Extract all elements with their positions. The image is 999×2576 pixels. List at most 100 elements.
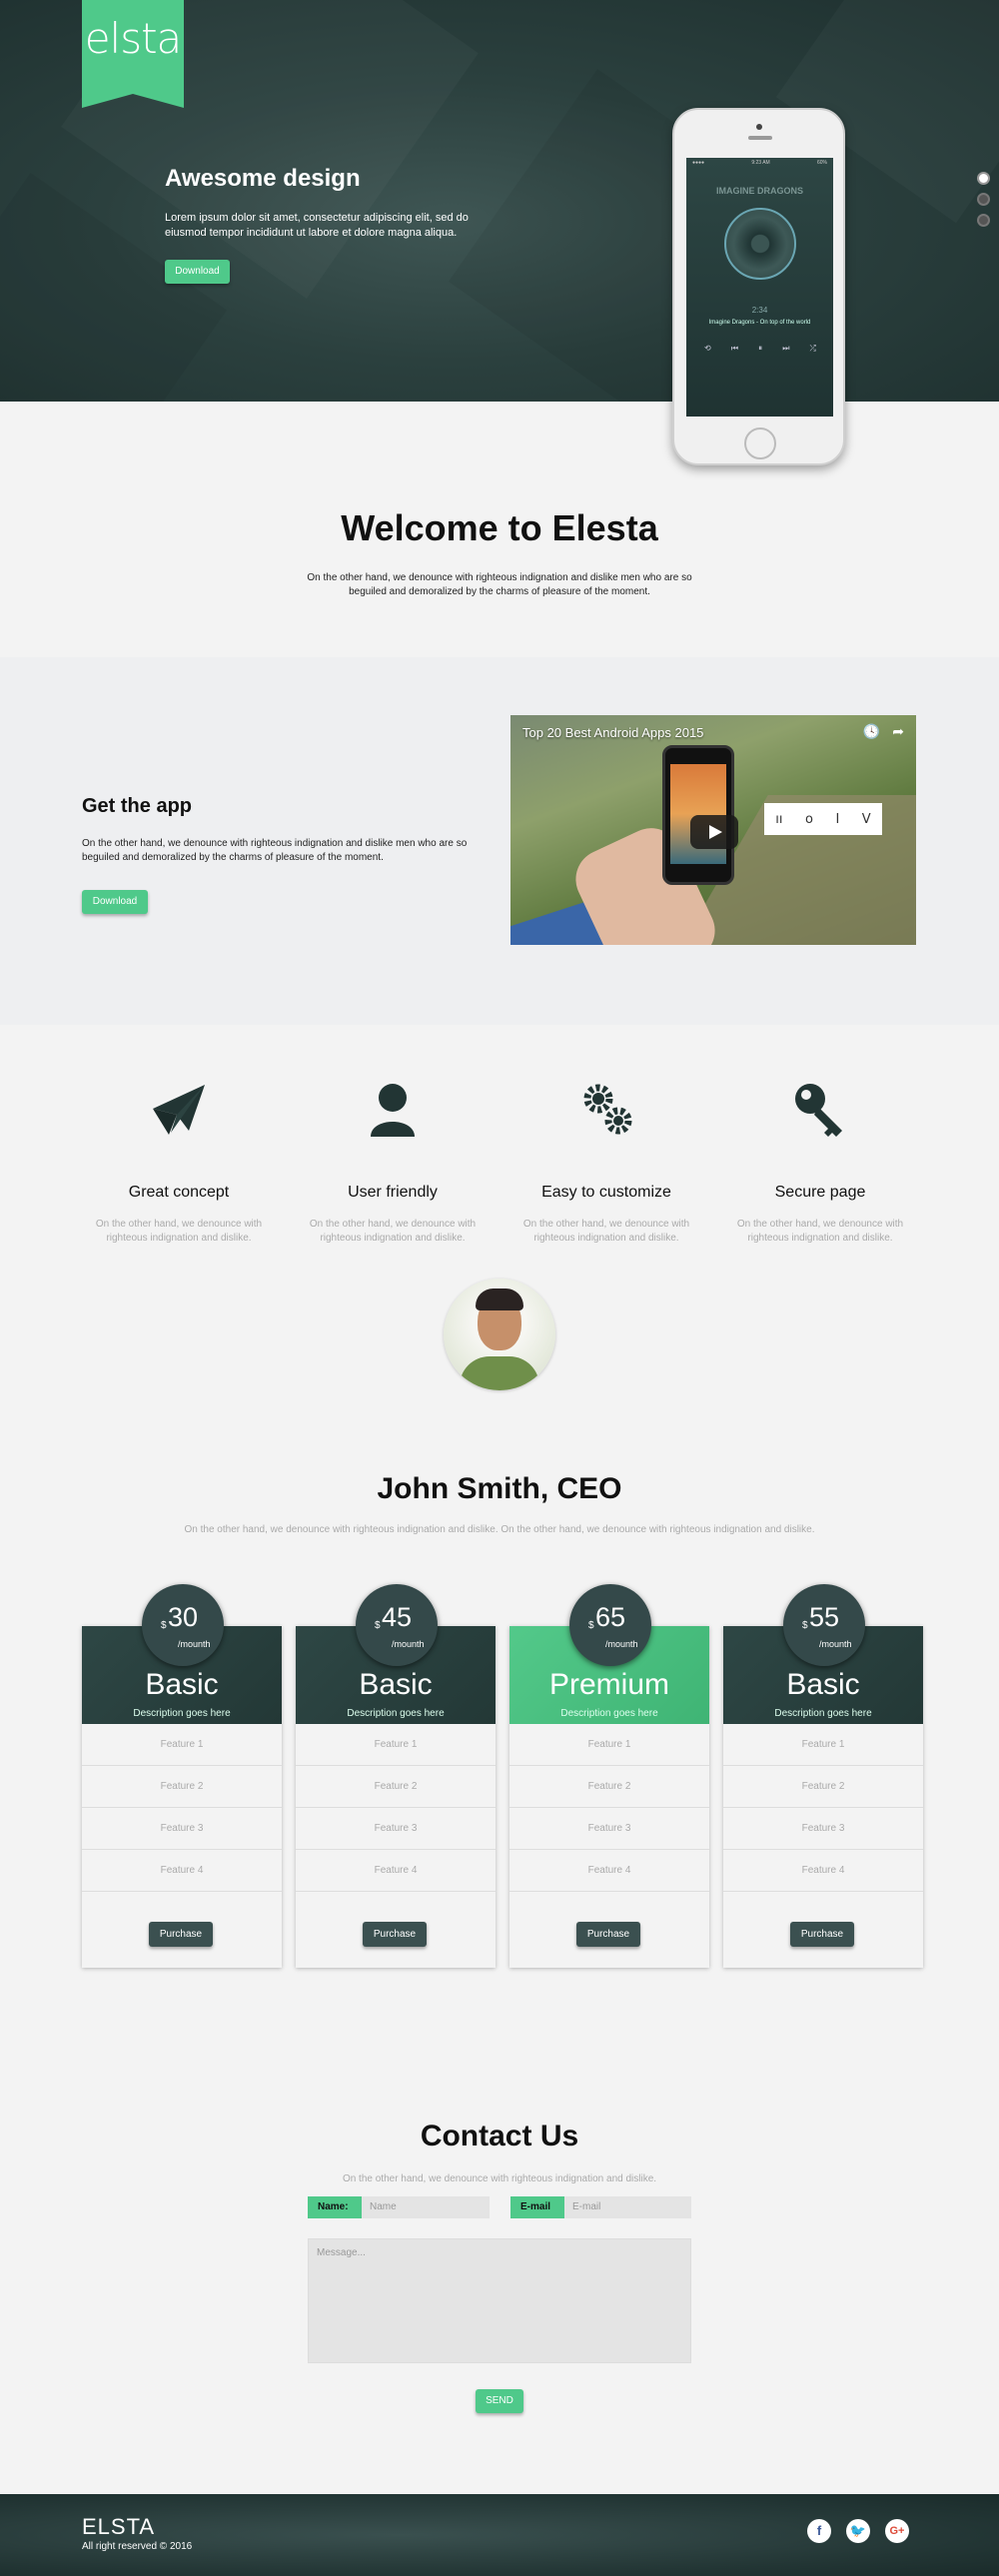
plan-name: Basic	[786, 1668, 860, 1701]
price-amount: 55	[809, 1602, 840, 1632]
video-actions: 🕓 ➦	[863, 723, 904, 740]
price-period: /mounth	[178, 1639, 211, 1649]
plan-feature: Feature 1	[296, 1724, 496, 1766]
footer-brand: ELSTA	[82, 2514, 156, 2539]
video-sign-char: I	[835, 811, 840, 827]
email-input[interactable]: E-mail	[564, 2196, 691, 2218]
watch-later-icon[interactable]: 🕓	[863, 723, 880, 740]
twitter-icon[interactable]: 🐦	[846, 2519, 870, 2543]
pricing-card: Premium Description goes here $65/mounth Fe…	[509, 1584, 709, 1968]
feature-text: On the other hand, we denounce with righ…	[522, 1219, 690, 1244]
video-phone-screen	[670, 764, 726, 864]
name-label: Name:	[308, 2196, 362, 2218]
slider-dot-3[interactable]	[977, 214, 990, 227]
slider-dots	[977, 172, 990, 235]
plan-feature: Feature 1	[509, 1724, 709, 1766]
phone-band-name: IMAGINE DRAGONS	[715, 186, 803, 196]
hero-text: Lorem ipsum dolor sit amet, consectetur …	[165, 212, 469, 239]
logo-text: elsta	[84, 14, 183, 63]
plan-feature: Feature 2	[82, 1766, 282, 1808]
contact-title: Contact Us	[420, 2120, 579, 2152]
send-button[interactable]: SEND	[476, 2389, 523, 2413]
feature-easy-to-customize: Easy to customize On the other hand, we …	[511, 1079, 701, 1246]
hero-download-button[interactable]: Download	[165, 260, 230, 284]
price-circle: $30/mounth	[142, 1584, 224, 1666]
gears-icon	[583, 1084, 632, 1135]
ceo-text: On the other hand, we denounce with righ…	[184, 1524, 815, 1535]
hero-section: elsta Awesome design Lorem ipsum dolor s…	[0, 0, 999, 402]
price-circle: $65/mounth	[569, 1584, 651, 1666]
plan-description: Description goes here	[774, 1708, 872, 1719]
video-title[interactable]: Top 20 Best Android Apps 2015	[522, 725, 703, 740]
facebook-icon[interactable]: f	[807, 2519, 831, 2543]
message-textarea[interactable]: Message...	[308, 2238, 691, 2363]
feature-text: On the other hand, we denounce with righ…	[309, 1219, 477, 1244]
get-app-section: Get the app On the other hand, we denoun…	[0, 657, 999, 1025]
purchase-button[interactable]: Purchase	[576, 1922, 640, 1947]
plan-description: Description goes here	[560, 1708, 658, 1719]
phone-mockup: ●●●● 9:23 AM 60% IMAGINE DRAGONS 2:34 Im…	[672, 108, 845, 465]
price-period: /mounth	[392, 1639, 425, 1649]
share-icon[interactable]: ➦	[892, 723, 904, 740]
slider-dot-2[interactable]	[977, 193, 990, 206]
plan-feature: Feature 3	[723, 1808, 923, 1850]
user-icon	[371, 1084, 415, 1137]
plan-feature: Feature 4	[723, 1850, 923, 1892]
purchase-button[interactable]: Purchase	[790, 1922, 854, 1947]
plan-description: Description goes here	[133, 1708, 231, 1719]
plan-description: Description goes here	[347, 1708, 445, 1719]
album-disc	[724, 208, 796, 280]
status-signal-icon: ●●●●	[692, 160, 705, 166]
get-app-download-button[interactable]: Download	[82, 890, 148, 914]
plan-feature: Feature 2	[509, 1766, 709, 1808]
video-player[interactable]: ıı o I V Top 20 Best Android Apps 2015 🕓…	[510, 715, 916, 945]
play-button[interactable]	[690, 815, 738, 849]
purchase-button[interactable]: Purchase	[363, 1922, 427, 1947]
feature-text: On the other hand, we denounce with righ…	[736, 1219, 904, 1244]
plan-feature: Feature 2	[723, 1766, 923, 1808]
plan-feature: Feature 3	[296, 1808, 496, 1850]
get-app-title: Get the app	[82, 795, 193, 817]
feature-secure-page: Secure page On the other hand, we denoun…	[725, 1079, 915, 1246]
pricing-card: Basic Description goes here $45/mounth Feat…	[296, 1584, 496, 1968]
status-battery: 60%	[816, 160, 827, 166]
purchase-button[interactable]: Purchase	[149, 1922, 213, 1947]
phone-song-title: Imagine Dragons - On top of the world	[708, 320, 811, 326]
pause-icon: ⏸	[758, 344, 763, 353]
logo[interactable]: elsta	[82, 0, 184, 94]
feature-title: Great concept	[128, 1184, 230, 1201]
get-app-text: On the other hand, we denounce with righ…	[82, 838, 468, 863]
plan-feature: Feature 4	[509, 1850, 709, 1892]
plan-feature: Feature 3	[82, 1808, 282, 1850]
video-sign-char: o	[804, 811, 813, 827]
plan-name: Premium	[548, 1668, 669, 1701]
avatar-hair	[476, 1288, 523, 1310]
avatar-body	[460, 1356, 539, 1390]
phone-speaker	[748, 136, 772, 140]
name-input[interactable]: Name	[362, 2196, 490, 2218]
shuffle-icon: ⤮	[809, 344, 816, 353]
video-sign: ıı o I V	[764, 803, 882, 835]
paper-plane-icon	[153, 1085, 205, 1135]
contact-text: On the other hand, we denounce with righ…	[342, 2173, 657, 2184]
slider-dot-1[interactable]	[977, 172, 990, 185]
video-sign-char: V	[861, 811, 871, 827]
phone-camera	[756, 124, 762, 130]
ceo-avatar	[444, 1279, 555, 1390]
feature-user-friendly: User friendly On the other hand, we deno…	[298, 1079, 488, 1246]
footer-copyright: All right reserved © 2016	[82, 2541, 193, 2552]
plan-feature: Feature 1	[82, 1724, 282, 1766]
plan-feature: Feature 4	[296, 1850, 496, 1892]
welcome-text: On the other hand, we denounce with righ…	[307, 572, 692, 597]
footer: ELSTA All right reserved © 2016 f 🐦 G+	[0, 2494, 999, 2576]
repeat-icon: ⟲	[704, 344, 711, 353]
price-currency: $	[375, 1620, 381, 1631]
feature-title: Easy to customize	[541, 1184, 671, 1201]
previous-icon: ⏮	[730, 344, 739, 353]
google-plus-icon[interactable]: G+	[885, 2519, 909, 2543]
feature-title: User friendly	[348, 1184, 438, 1201]
next-icon: ⏭	[782, 344, 790, 353]
phone-screen: ●●●● 9:23 AM 60% IMAGINE DRAGONS 2:34 Im…	[686, 158, 833, 417]
price-period: /mounth	[605, 1639, 638, 1649]
price-amount: 45	[382, 1602, 413, 1632]
